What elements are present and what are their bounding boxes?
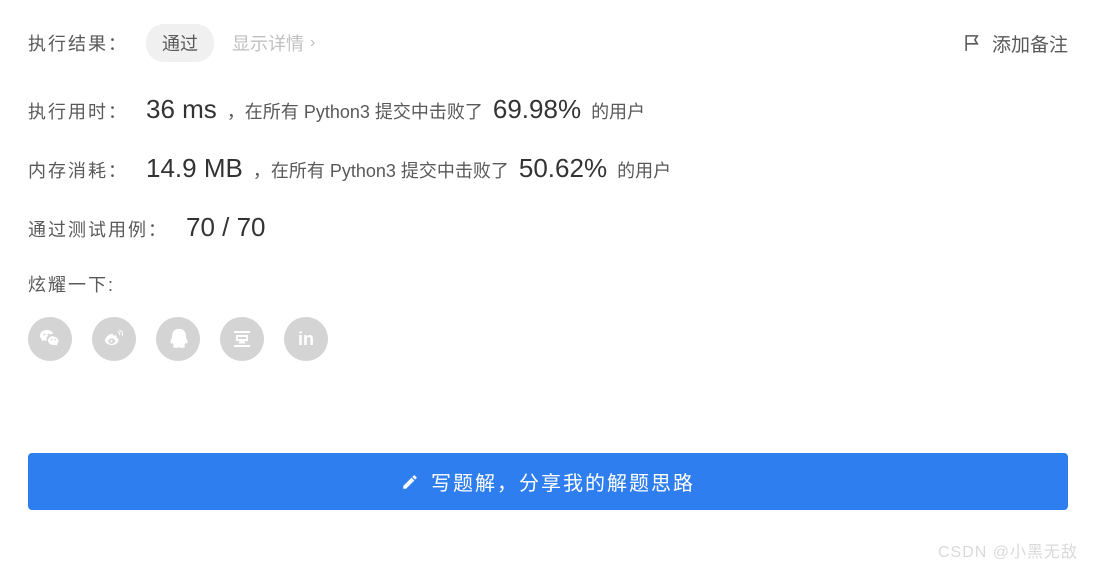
watermark: CSDN @小黑无敌 <box>938 538 1078 562</box>
runtime-value: 36 ms <box>146 94 217 125</box>
runtime-text-suffix: 的用户 <box>591 98 645 124</box>
result-label: 执行结果： <box>28 30 128 56</box>
qq-icon[interactable] <box>156 317 200 361</box>
chevron-right-icon: › <box>310 34 315 52</box>
flag-icon <box>963 32 982 54</box>
memory-percent: 50.62% <box>519 153 607 184</box>
detail-link-text: 显示详情 <box>232 30 304 56</box>
testcases-label: 通过测试用例： <box>28 216 168 242</box>
show-detail-link[interactable]: 显示详情 › <box>232 30 315 56</box>
runtime-text-prefix: ，在所有 Python3 提交中击败了 <box>227 98 483 124</box>
memory-value: 14.9 MB <box>146 153 243 184</box>
header-row: 执行结果： 通过 显示详情 › 添加备注 <box>28 24 1068 62</box>
status-badge: 通过 <box>146 24 214 62</box>
add-note-label: 添加备注 <box>992 30 1068 57</box>
testcases-row: 通过测试用例： 70 / 70 <box>28 212 1068 243</box>
weibo-icon[interactable] <box>92 317 136 361</box>
wechat-icon[interactable] <box>28 317 72 361</box>
header-left: 执行结果： 通过 显示详情 › <box>28 24 315 62</box>
runtime-percent: 69.98% <box>493 94 581 125</box>
show-off-label: 炫耀一下: <box>28 271 1068 297</box>
douban-icon[interactable] <box>220 317 264 361</box>
memory-row: 内存消耗： 14.9 MB ，在所有 Python3 提交中击败了 50.62%… <box>28 153 1068 184</box>
testcases-value: 70 / 70 <box>186 212 266 243</box>
memory-label: 内存消耗： <box>28 157 128 183</box>
share-icons-row: in <box>28 317 1068 361</box>
memory-text-suffix: 的用户 <box>617 157 671 183</box>
pencil-icon <box>401 473 419 491</box>
memory-text-prefix: ，在所有 Python3 提交中击败了 <box>253 157 509 183</box>
write-solution-label: 写题解，分享我的解题思路 <box>431 467 695 496</box>
write-solution-button[interactable]: 写题解，分享我的解题思路 <box>28 453 1068 510</box>
runtime-label: 执行用时： <box>28 98 128 124</box>
add-note-button[interactable]: 添加备注 <box>963 30 1068 57</box>
runtime-row: 执行用时： 36 ms ，在所有 Python3 提交中击败了 69.98% 的… <box>28 94 1068 125</box>
linkedin-icon[interactable]: in <box>284 317 328 361</box>
